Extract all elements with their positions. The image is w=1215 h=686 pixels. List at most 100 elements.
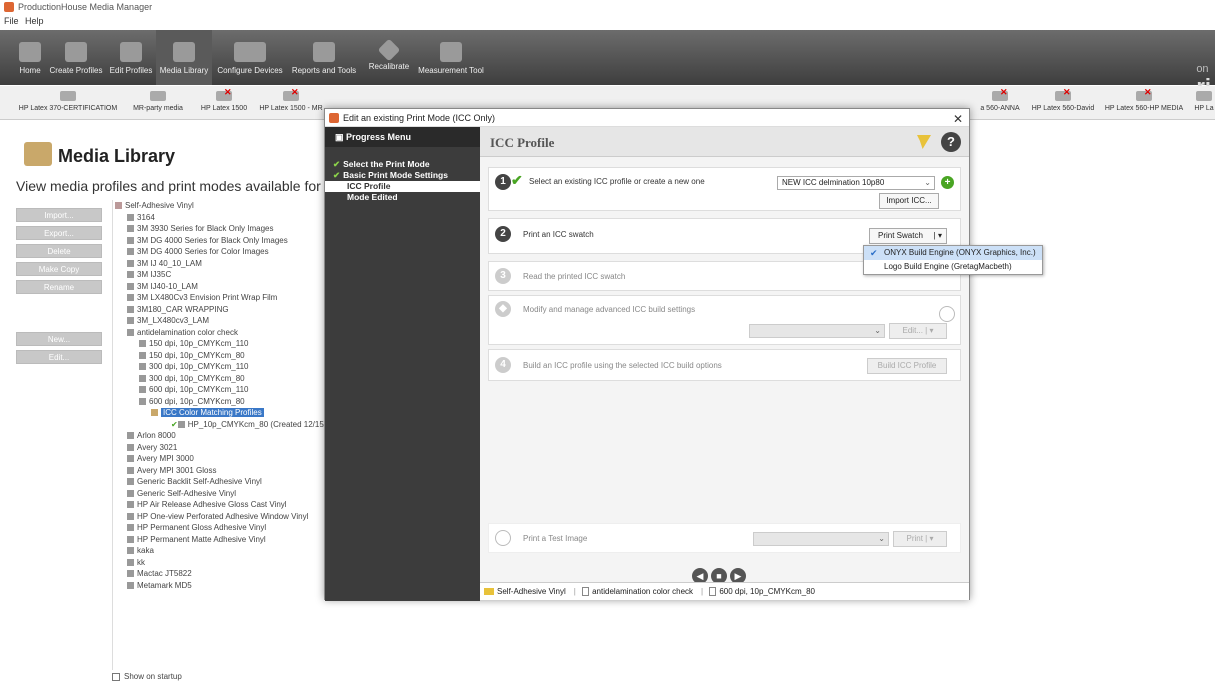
tree-item[interactable]: 3M180_CAR WRAPPING [113,304,332,316]
device-item[interactable]: HP Latex 370-CERTIFICATIOM [18,86,118,120]
tree-item[interactable]: HP One-view Perforated Adhesive Window V… [113,511,332,523]
toolbar-create-profiles[interactable]: Create Profiles [48,30,104,85]
show-on-startup[interactable]: Show on startup [112,672,182,681]
menu-icon: ▣ [335,132,347,142]
media-icon [127,294,134,302]
tree-item[interactable]: 150 dpi, 10p_CMYKcm_110 [113,338,332,350]
printer-error-icon [1055,87,1071,101]
toolbar-reports-tools[interactable]: Reports and Tools [288,30,360,85]
tree-item[interactable]: 300 dpi, 10p_CMYKcm_110 [113,361,332,373]
tree-item[interactable]: 600 dpi, 10p_CMYKcm_110 [113,384,332,396]
dropdown-option-onyx[interactable]: ✔ ONYX Build Engine (ONYX Graphics, Inc.) [864,246,1042,260]
tree-item-selected[interactable]: ICC Color Matching Profiles [113,407,332,419]
tree-item[interactable]: 3M IJ 40_10_LAM [113,258,332,270]
tree-item[interactable]: Self-Adhesive Vinyl [113,200,332,212]
tree-item[interactable]: 3M LX480Cv3 Envision Print Wrap Film [113,292,332,304]
tree-item[interactable]: Avery MPI 3001 Gloss [113,465,332,477]
toolbar-measurement-tool[interactable]: Measurement Tool [418,30,484,85]
tree-item[interactable]: 300 dpi, 10p_CMYKcm_80 [113,373,332,385]
media-icon [127,581,134,589]
show-on-startup-checkbox[interactable] [112,672,120,681]
help-icon[interactable]: ? [941,132,961,152]
delete-button[interactable]: Delete [16,244,102,258]
radio-icon[interactable] [495,530,511,546]
progress-menu-header: ▣ Progress Menu [325,127,480,147]
tree-item[interactable]: Mactac JT5822 [113,568,332,580]
menu-bar: File Help [0,14,1215,28]
media-icon [127,432,134,440]
print-mode-icon [139,351,146,359]
tree-item[interactable]: 3M DG 4000 Series for Color Images [113,246,332,258]
tree-item[interactable]: Metamark MD5 [113,580,332,592]
icc-profile-select[interactable]: NEW ICC delmination 10p80 ⌄ [777,176,935,190]
dropdown-option-logo[interactable]: Logo Build Engine (GretagMacbeth) [864,260,1042,274]
tree-item[interactable]: 3M DG 4000 Series for Black Only Images [113,235,332,247]
step-number: 2 [495,226,511,242]
tree-item[interactable]: 600 dpi, 10p_CMYKcm_80 [113,396,332,408]
device-item[interactable]: HP Latex 1500 [194,86,254,120]
main-toolbar: Home Create Profiles Edit Profiles Media… [0,30,1215,99]
tree-item[interactable]: HP Permanent Gloss Adhesive Vinyl [113,522,332,534]
test-image-select[interactable]: ⌄ [753,532,889,546]
advanced-settings-select[interactable]: ⌄ [749,324,885,338]
tree-item[interactable]: 3164 [113,212,332,224]
rename-button[interactable]: Rename [16,280,102,294]
tree-item[interactable]: 3M 3930 Series for Black Only Images [113,223,332,235]
tree-item[interactable]: HP Permanent Matte Adhesive Vinyl [113,534,332,546]
export-button[interactable]: Export... [16,226,102,240]
tree-item[interactable]: 3M_LX480cv3_LAM [113,315,332,327]
toolbar-media-library[interactable]: Media Library [156,30,212,85]
flag-icon[interactable] [917,135,931,149]
import-icc-button[interactable]: Import ICC... [879,193,939,209]
edit-button[interactable]: Edit... [16,350,102,364]
toolbar-recalibrate[interactable]: Recalibrate [364,30,414,85]
add-icon[interactable]: + [941,176,954,189]
toolbar-edit-profiles[interactable]: Edit Profiles [108,30,154,85]
device-item[interactable]: HP Latex 560-HP MEDIA [1100,86,1188,120]
menu-help[interactable]: Help [25,16,44,26]
media-icon [127,282,134,290]
tree-item[interactable]: 150 dpi, 10p_CMYKcm_80 [113,350,332,362]
tree-item[interactable]: kaka [113,545,332,557]
check-icon: ✔ [870,248,878,258]
tree-item[interactable]: ✔ HP_10p_CMYKcm_80 (Created 12/15/08 [113,419,332,431]
app-title: ProductionHouse Media Manager [18,2,153,12]
printer-error-icon [1136,87,1152,101]
build-icc-profile-button[interactable]: Build ICC Profile [867,358,947,374]
tree-item[interactable]: HP Air Release Adhesive Gloss Cast Vinyl [113,499,332,511]
device-item[interactable]: a 560-ANNA [976,86,1024,120]
device-item[interactable]: MR-party media [128,86,188,120]
radio-icon[interactable] [939,306,955,322]
toolbar-home[interactable]: Home [14,30,46,85]
tree-item[interactable]: 3M IJ35C [113,269,332,281]
progress-step-basic-settings: ✔ Basic Print Mode Settings [333,170,448,180]
dialog-statusbar: Self-Adhesive Vinyl | antidelamination co… [480,582,969,600]
device-item[interactable]: HP La [1194,86,1214,120]
tree-item[interactable]: antidelamination color check [113,327,332,339]
device-item[interactable]: HP Latex 560-David [1030,86,1096,120]
tree-item[interactable]: Generic Backlit Self-Adhesive Vinyl [113,476,332,488]
measurement-icon [440,42,462,62]
device-item[interactable]: HP Latex 1500 - MR [258,86,324,120]
new-button[interactable]: New... [16,332,102,346]
progress-step-icc-profile: ICC Profile [325,181,488,193]
media-icon [127,524,134,532]
make-copy-button[interactable]: Make Copy [16,262,102,276]
tree-item[interactable]: kk [113,557,332,569]
tree-item[interactable]: 3M IJ40-10_LAM [113,281,332,293]
menu-file[interactable]: File [4,16,19,26]
tree-item[interactable]: Arlon 8000 [113,430,332,442]
print-swatch-button[interactable]: Print Swatch | ▾ [869,228,947,244]
print-button[interactable]: Print | ▾ [893,531,947,547]
close-icon[interactable]: ✕ [953,110,963,128]
page-title: Media Library [58,146,176,166]
tree-item[interactable]: Generic Self-Adhesive Vinyl [113,488,332,500]
import-button[interactable]: Import... [16,208,102,222]
edit-settings-button[interactable]: Edit... | ▾ [889,323,947,339]
print-mode-icon [139,363,146,371]
folder-icon [484,588,494,596]
toolbar-configure-devices[interactable]: Configure Devices [216,30,284,85]
tree-item[interactable]: Avery 3021 [113,442,332,454]
tree-item[interactable]: Avery MPI 3000 [113,453,332,465]
step-select-icc: 1 ✔ Select an existing ICC profile or cr… [488,167,961,211]
